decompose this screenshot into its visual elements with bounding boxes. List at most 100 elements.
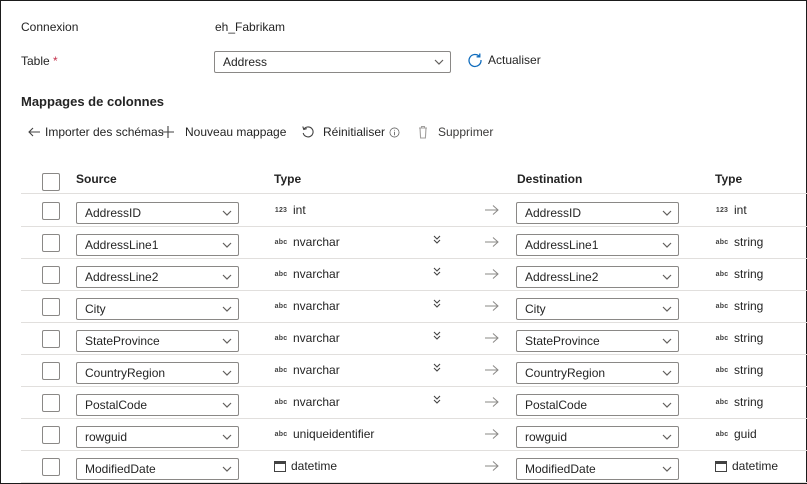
- reset-button[interactable]: Réinitialiser: [301, 125, 400, 139]
- source-type-label: nvarchar: [293, 331, 340, 345]
- required-marker: *: [53, 54, 58, 68]
- source-column-select[interactable]: City: [76, 298, 239, 320]
- chevron-down-icon: [662, 210, 672, 216]
- text-type-icon: abc: [715, 430, 729, 438]
- destination-column-select[interactable]: AddressLine2: [516, 266, 679, 288]
- import-schemas-button[interactable]: Importer des schémas: [27, 125, 164, 139]
- chevron-down-icon: [662, 434, 672, 440]
- source-column-select[interactable]: AddressLine2: [76, 266, 239, 288]
- import-label: Importer des schémas: [45, 125, 164, 139]
- destination-column-select[interactable]: ModifiedDate: [516, 458, 679, 480]
- expand-double-chevron-icon[interactable]: [432, 362, 442, 374]
- mapping-row: CountryRegion abc nvarchar CountryRegion abc…: [21, 355, 807, 387]
- text-type-icon: abc: [715, 334, 729, 342]
- destination-type-label: string: [734, 395, 764, 409]
- refresh-button[interactable]: Actualiser: [467, 52, 541, 68]
- header-source: Source: [76, 172, 117, 186]
- chevron-down-icon: [222, 466, 232, 472]
- destination-column-value: AddressLine2: [525, 270, 599, 284]
- expand-double-chevron-icon[interactable]: [432, 234, 442, 246]
- expand-double-chevron-icon[interactable]: [432, 298, 442, 310]
- destination-column-value: AddressLine1: [525, 238, 599, 252]
- table-select[interactable]: Address: [214, 51, 451, 73]
- row-checkbox[interactable]: [42, 202, 60, 220]
- text-type-icon: abc: [715, 302, 729, 310]
- expand-double-chevron-icon[interactable]: [432, 394, 442, 406]
- source-column-select[interactable]: StateProvince: [76, 330, 239, 352]
- destination-type-label: string: [734, 299, 764, 313]
- destination-type-label: string: [734, 363, 764, 377]
- arrow-right-icon: [485, 397, 499, 407]
- delete-label: Supprimer: [438, 125, 494, 139]
- source-column-value: PostalCode: [85, 398, 148, 412]
- destination-type: abc string: [715, 363, 764, 377]
- source-column-select[interactable]: AddressID: [76, 202, 239, 224]
- source-type-label: uniqueidentifier: [293, 427, 375, 441]
- text-type-icon: abc: [274, 334, 288, 342]
- source-column-select[interactable]: ModifiedDate: [76, 458, 239, 480]
- mapping-row: AddressLine1 abc nvarchar AddressLine1 abc st…: [21, 227, 807, 259]
- expand-double-chevron-icon[interactable]: [432, 266, 442, 278]
- source-type-label: datetime: [291, 459, 338, 473]
- source-column-select[interactable]: CountryRegion: [76, 362, 239, 384]
- row-checkbox[interactable]: [42, 458, 60, 476]
- arrow-right-icon: [485, 269, 499, 279]
- destination-column-select[interactable]: AddressLine1: [516, 234, 679, 256]
- info-icon[interactable]: [389, 127, 400, 138]
- row-checkbox[interactable]: [42, 234, 60, 252]
- destination-column-select[interactable]: City: [516, 298, 679, 320]
- chevron-down-icon: [662, 242, 672, 248]
- destination-column-value: City: [525, 302, 546, 316]
- expand-double-chevron-icon[interactable]: [432, 330, 442, 342]
- calendar-icon: [715, 460, 727, 472]
- source-column-value: AddressLine1: [85, 238, 159, 252]
- mapping-row: rowguid abc uniqueidentifier rowguid abc guid: [21, 419, 807, 451]
- row-checkbox[interactable]: [42, 394, 60, 412]
- row-checkbox[interactable]: [42, 426, 60, 444]
- destination-column-select[interactable]: rowguid: [516, 426, 679, 448]
- refresh-label: Actualiser: [488, 53, 541, 67]
- row-checkbox[interactable]: [42, 362, 60, 380]
- select-all-checkbox[interactable]: [42, 173, 60, 191]
- new-mapping-button[interactable]: Nouveau mappage: [161, 125, 286, 139]
- text-type-icon: abc: [274, 366, 288, 374]
- destination-column-value: StateProvince: [525, 334, 600, 348]
- destination-column-value: ModifiedDate: [525, 462, 596, 476]
- destination-type-label: datetime: [732, 459, 779, 473]
- destination-column-select[interactable]: StateProvince: [516, 330, 679, 352]
- connection-value: eh_Fabrikam: [215, 20, 286, 34]
- text-type-icon: abc: [715, 238, 729, 246]
- chevron-down-icon: [662, 306, 672, 312]
- arrow-right-icon: [485, 461, 499, 471]
- destination-column-value: PostalCode: [525, 398, 588, 412]
- destination-column-select[interactable]: AddressID: [516, 202, 679, 224]
- destination-column-select[interactable]: CountryRegion: [516, 362, 679, 384]
- source-column-value: AddressLine2: [85, 270, 159, 284]
- destination-type-label: guid: [734, 427, 757, 441]
- mapping-row: ModifiedDate datetime ModifiedDate datetime: [21, 451, 807, 483]
- destination-type: abc string: [715, 299, 764, 313]
- destination-column-select[interactable]: PostalCode: [516, 394, 679, 416]
- destination-column-value: rowguid: [525, 430, 568, 444]
- row-checkbox[interactable]: [42, 298, 60, 316]
- source-column-select[interactable]: rowguid: [76, 426, 239, 448]
- source-type-label: nvarchar: [293, 363, 340, 377]
- chevron-down-icon: [222, 242, 232, 248]
- arrow-left-icon: [28, 127, 40, 137]
- text-type-icon: abc: [274, 398, 288, 406]
- source-column-select[interactable]: PostalCode: [76, 394, 239, 416]
- chevron-down-icon: [222, 306, 232, 312]
- row-checkbox[interactable]: [42, 330, 60, 348]
- header-type: Type: [274, 172, 302, 186]
- calendar-icon: [274, 460, 286, 472]
- mapping-row: StateProvince abc nvarchar StateProvince abc…: [21, 323, 807, 355]
- source-type: abc uniqueidentifier: [274, 427, 375, 441]
- dialog-frame: Connexion eh_Fabrikam Table * Address Ac…: [0, 0, 807, 484]
- delete-button[interactable]: Supprimer: [416, 125, 493, 139]
- chevron-down-icon: [662, 466, 672, 472]
- row-checkbox[interactable]: [42, 266, 60, 284]
- mapping-row: City abc nvarchar City abc string: [21, 291, 807, 323]
- source-type: abc nvarchar: [274, 331, 340, 345]
- source-column-select[interactable]: AddressLine1: [76, 234, 239, 256]
- text-type-icon: abc: [274, 270, 288, 278]
